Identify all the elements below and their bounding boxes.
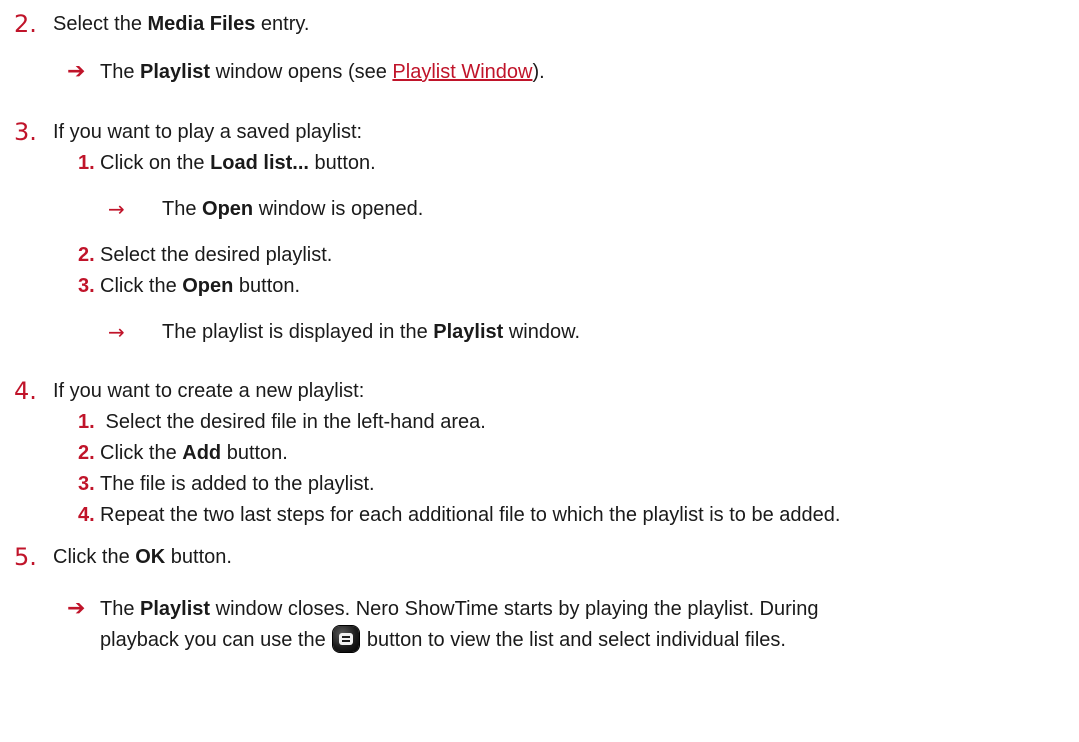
substep-text: Click on the Load list... button. [100, 152, 376, 174]
substep-result: The playlist is displayed in the Playlis… [162, 321, 581, 343]
substep-text: Repeat the two last steps for each addit… [100, 504, 841, 526]
step-number: 2. [14, 10, 37, 38]
substep-text: Select the desired playlist. [100, 244, 333, 266]
playlist-window-link[interactable]: Playlist Window [392, 61, 532, 83]
substep-number: 3. [78, 473, 95, 495]
step-result-line-2: playback you can use the button to view … [100, 626, 786, 652]
substep-result: The Open window is opened. [162, 198, 424, 220]
result-arrow-icon: ➔ [67, 596, 86, 621]
step-text: Click the OK button. [53, 546, 232, 568]
step-number: 5. [14, 543, 37, 571]
substep-text: Select the desired file in the left-hand… [100, 411, 486, 433]
substep-text: The file is added to the playlist. [100, 473, 375, 495]
substep-number: 4. [78, 504, 95, 526]
step-text: If you want to create a new playlist: [53, 380, 365, 402]
playlist-button-icon [333, 626, 360, 652]
step-result-line-1: The Playlist window closes. Nero ShowTim… [100, 598, 819, 620]
substep-number: 2. [78, 244, 95, 266]
substep-number: 1. [78, 411, 95, 433]
substep-number: 2. [78, 442, 95, 464]
substep-text: Click the Add button. [100, 442, 288, 464]
document-page: 2. Select the Media Files entry. ➔ The P… [0, 0, 1079, 742]
substep-number: 1. [78, 152, 95, 174]
step-text: Select the Media Files entry. [53, 13, 310, 35]
step-number: 3. [14, 118, 37, 146]
step-number: 4. [14, 377, 37, 405]
step-text: If you want to play a saved playlist: [53, 121, 363, 143]
substep-text: Click the Open button. [100, 275, 301, 297]
result-arrow-icon: → [108, 320, 125, 344]
result-arrow-icon: → [108, 197, 125, 221]
result-arrow-icon: ➔ [67, 59, 86, 84]
step-result: The Playlist window opens (see Playlist … [100, 61, 545, 83]
substep-number: 3. [78, 275, 95, 297]
